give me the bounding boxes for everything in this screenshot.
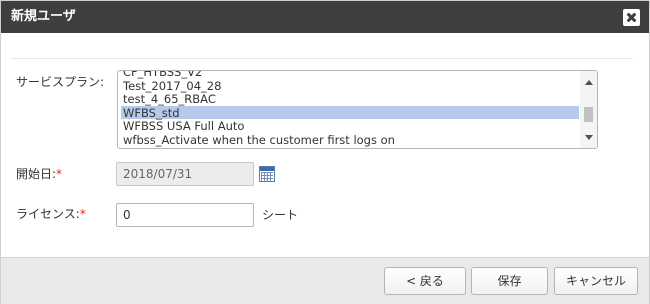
new-user-dialog: 新規ユーザ サービスプラン: CF_HTBSS_V2 Test_2017_04_… [0, 0, 650, 304]
dialog-titlebar: 新規ユーザ [1, 1, 649, 33]
scroll-down-arrow-icon[interactable] [585, 135, 593, 140]
list-item[interactable]: test_4_65_RBAC [121, 92, 579, 106]
license-label: ライセンス:* [16, 207, 86, 221]
start-date-label-text: 開始日: [16, 167, 57, 181]
calendar-icon-header [260, 167, 274, 171]
close-icon[interactable] [623, 9, 640, 26]
cancel-button[interactable]: キャンセル [554, 267, 638, 295]
list-item[interactable]: CF_HTBSS_V2 [121, 71, 579, 79]
license-input[interactable]: 0 [116, 203, 254, 227]
scrollbar-thumb[interactable] [584, 107, 593, 122]
save-button[interactable]: 保存 [471, 267, 548, 295]
service-plan-label: サービスプラン: [16, 75, 105, 89]
divider [11, 58, 633, 59]
required-mark: * [79, 207, 86, 221]
dialog-footer: < 戻る 保存 キャンセル [1, 257, 649, 304]
start-date-input[interactable]: 2018/07/31 [116, 162, 254, 186]
dialog-title: 新規ユーザ [11, 9, 76, 24]
calendar-icon-grid [261, 172, 273, 181]
list-item[interactable]: wfbss_Activate when the customer first l… [121, 133, 579, 147]
service-plan-listbox[interactable]: CF_HTBSS_V2 Test_2017_04_28 test_4_65_RB… [117, 70, 598, 149]
start-date-label: 開始日:* [16, 167, 62, 181]
license-label-text: ライセンス: [16, 207, 80, 221]
service-plan-options: CF_HTBSS_V2 Test_2017_04_28 test_4_65_RB… [121, 71, 579, 147]
required-mark: * [56, 167, 63, 181]
listbox-scrollbar[interactable] [580, 71, 597, 148]
license-unit: シート [262, 208, 299, 222]
calendar-icon[interactable] [259, 166, 275, 182]
list-item[interactable]: Test_2017_04_28 [121, 79, 579, 93]
back-button[interactable]: < 戻る [384, 267, 466, 295]
scroll-up-arrow-icon[interactable] [585, 80, 593, 85]
list-item-selected[interactable]: WFBS_std [121, 105, 579, 119]
list-item[interactable]: WFBSS USA Full Auto [121, 119, 579, 133]
